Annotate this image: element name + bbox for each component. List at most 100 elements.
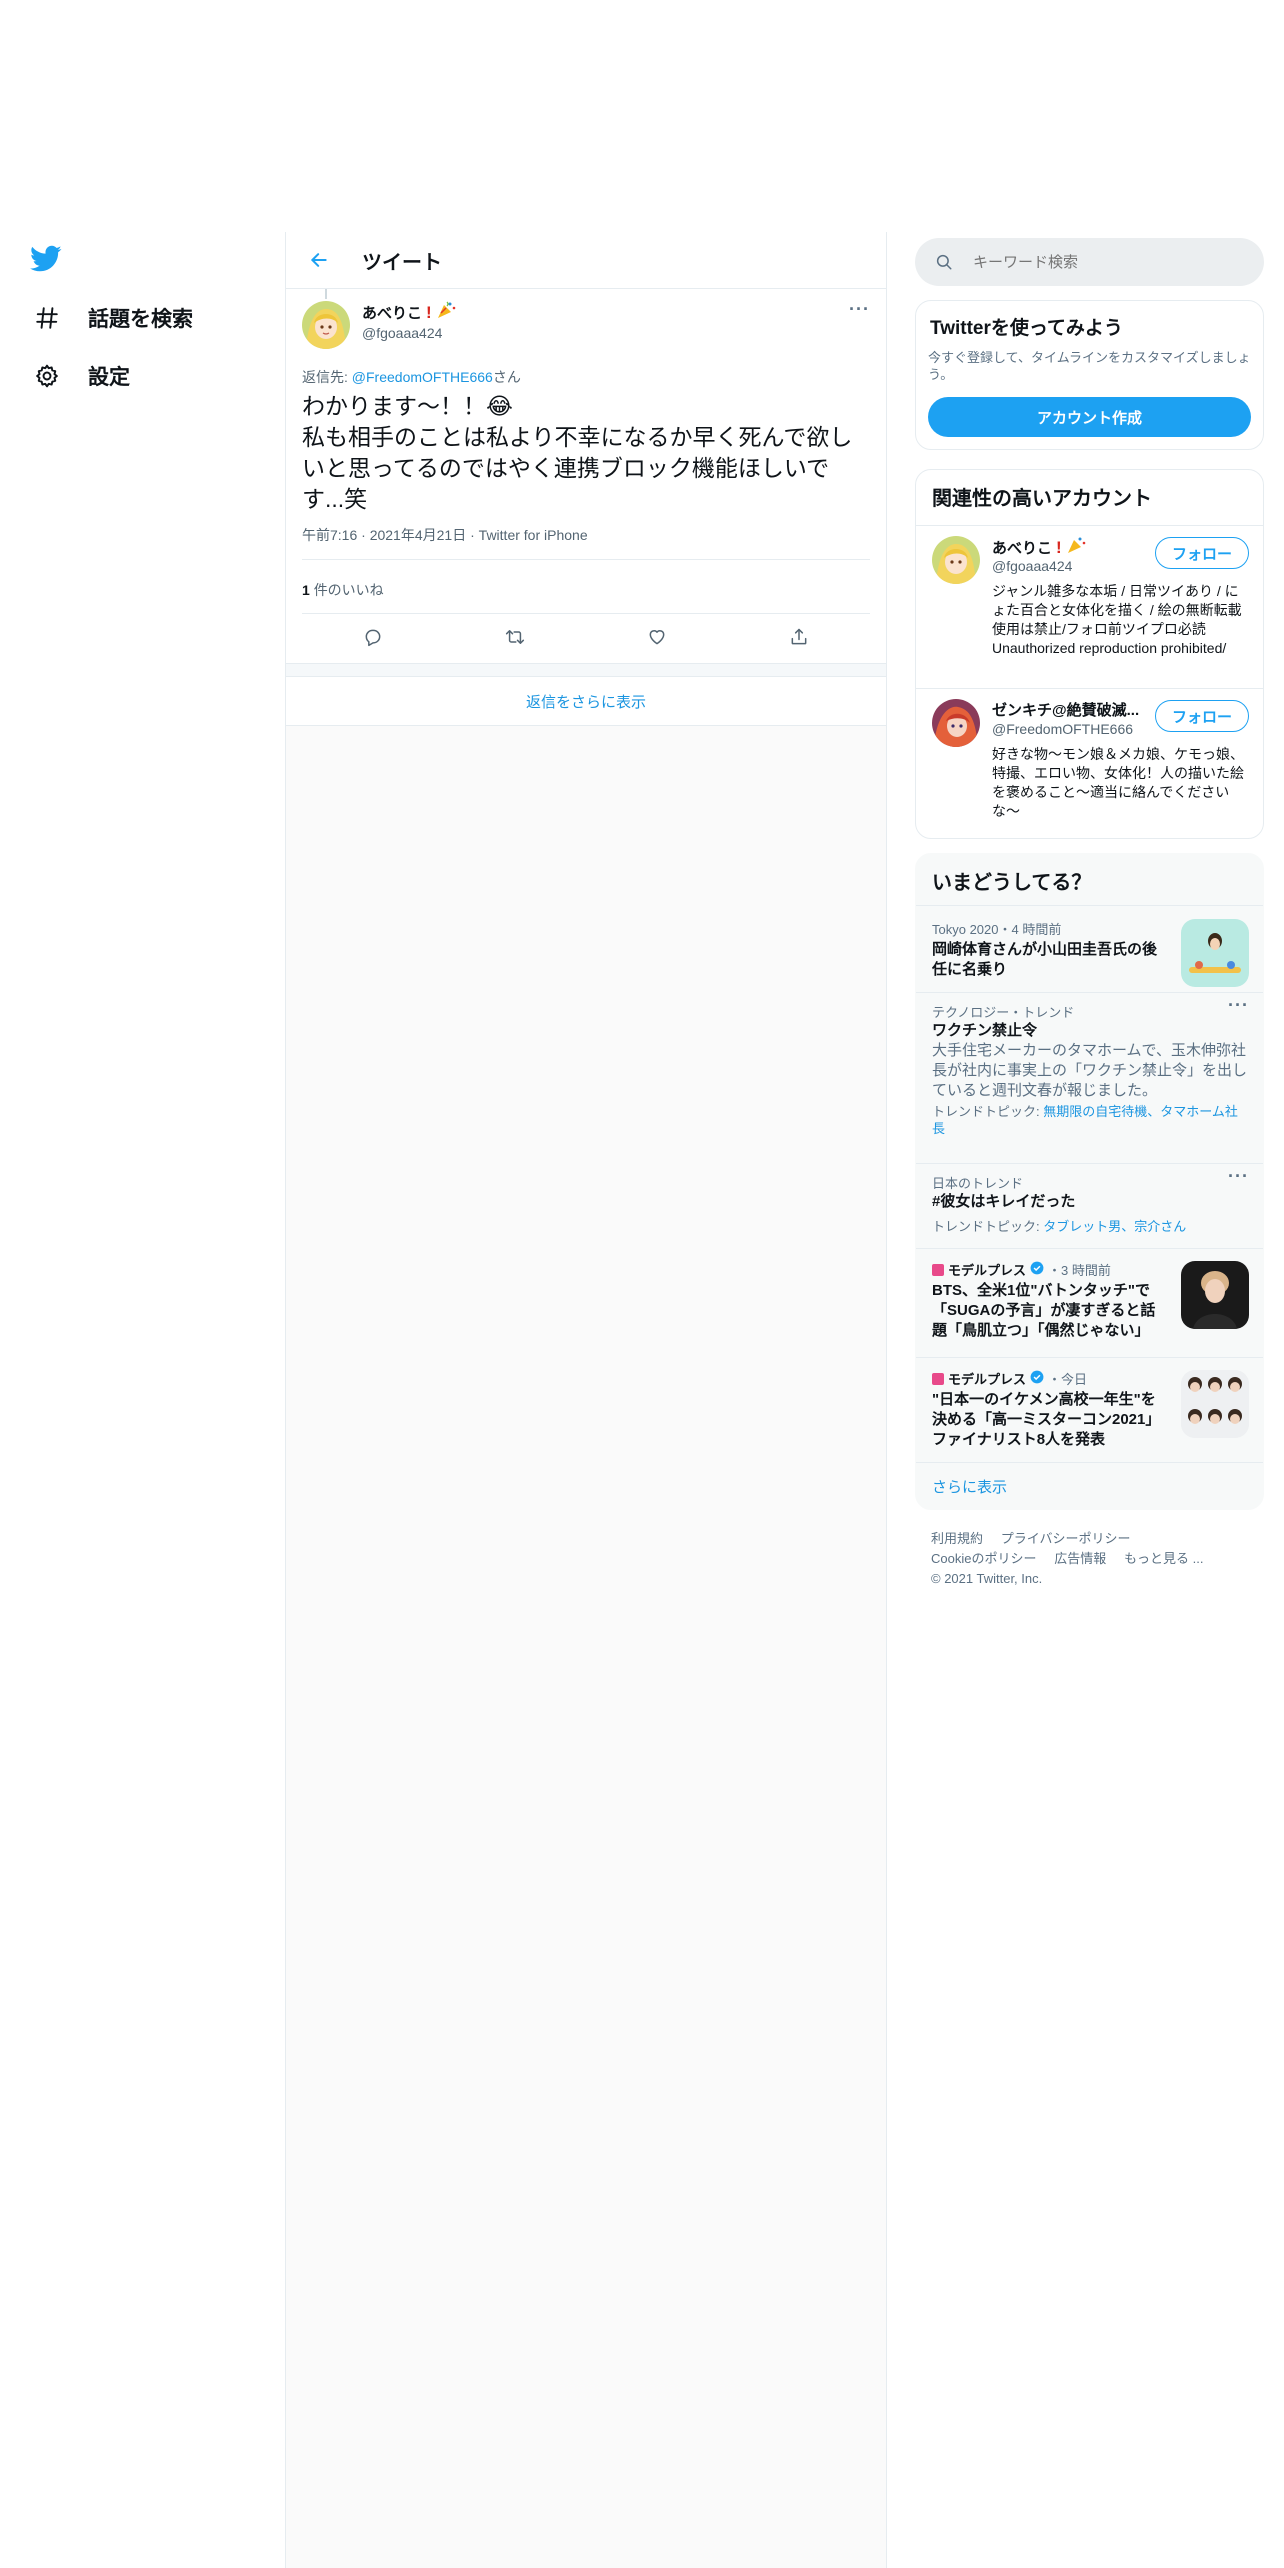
trend-title: #彼女はキレイだった	[932, 1193, 1076, 1210]
tweet-date[interactable]: 2021年4月21日	[370, 527, 467, 543]
news-source: モデルプレス	[948, 1263, 1027, 1278]
nav-explore[interactable]: 話題を検索	[30, 289, 193, 347]
reply-prefix: 返信先:	[302, 369, 348, 385]
exclamation-emoji-icon: !	[426, 302, 432, 322]
account-name: ゼンキチ@絶賛破滅...	[992, 702, 1140, 719]
account-name: あべりこ	[992, 540, 1053, 557]
like-heart-icon[interactable]	[637, 617, 677, 657]
trend-item[interactable]: 日本のトレンド ··· #彼女はキレイだった トレンドトピック: タブレット男、…	[916, 1164, 1263, 1248]
trend-topic-link[interactable]: タブレット男、宗介さん	[1043, 1219, 1186, 1234]
trends-card: いまどうしてる？ Tokyo 2020・4 時間前 岡崎体育さんが小山田圭吾氏の…	[915, 853, 1264, 1510]
trends-title: いまどうしてる？	[932, 872, 1092, 894]
main-column: ツイート あべりこ ! @fgoaaa424 ··· 返信先: @Freedom…	[285, 232, 887, 2568]
news-item[interactable]: モデルプレス ・3 時間前 BTS、全米1位"バトンタッチ"で「SUGAの予言」…	[916, 1249, 1263, 1357]
reply-suffix: さん	[492, 369, 521, 385]
party-popper-icon	[436, 301, 456, 324]
more-options-icon[interactable]: ···	[1228, 995, 1249, 1016]
exclamation-emoji-icon: !	[1056, 537, 1062, 557]
source-logo-icon	[932, 1263, 944, 1276]
divider	[302, 559, 870, 560]
news-source-row: モデルプレス ・3 時間前	[932, 1260, 1111, 1279]
tweet-source[interactable]: Twitter for iPhone	[479, 527, 588, 543]
account-bio: 好きな物～モン娘＆メカ娘、ケモっ娘、特撮、エロい物、女体化！人の描いた絵を褒める…	[992, 746, 1244, 819]
signup-desc: 今すぐ登録して、タイムラインをカスタマイズしましょう。	[928, 350, 1251, 382]
retweet-icon[interactable]	[495, 617, 535, 657]
account-item[interactable]: あべりこ ! @fgoaaa424 フォロー ジャンル雑多な本垢 / 日常ツイあ…	[916, 526, 1263, 686]
trend-title: BTS、全米1位"バトンタッチ"で「SUGAの予言」が凄すぎると話題「鳥肌立つ」…	[932, 1282, 1156, 1339]
tweet: あべりこ ! @fgoaaa424 ··· 返信先: @FreedomOFTHE…	[286, 289, 886, 663]
trend-context: 日本のトレンド	[932, 1176, 1024, 1191]
hash-icon	[30, 301, 64, 335]
likes-stat[interactable]: 1 件のいいね	[302, 580, 384, 600]
tweet-text: わかります〜！！😂 私も相手のことは私より不幸になるか早く死んで欲しいと思ってる…	[302, 391, 862, 515]
verified-badge-icon	[1030, 1370, 1044, 1387]
trend-item[interactable]: テクノロジー・トレンド ··· ワクチン禁止令 大手住宅メーカーのタマホームで、…	[916, 993, 1263, 1143]
trend-topic-label: トレンドトピック:	[932, 1104, 1040, 1119]
tweet-actions	[302, 614, 870, 660]
news-item[interactable]: モデルプレス ・今日 "日本一のイケメン高校一年生"を決める「高一ミスターコン2…	[916, 1358, 1263, 1462]
footer-ads-link[interactable]: 広告情報	[1054, 1551, 1106, 1566]
news-thumbnail	[1181, 1261, 1249, 1329]
related-accounts-card: 関連性の高いアカウント あべりこ ! @fgoaaa424 フォロー ジャンル雑…	[915, 469, 1264, 839]
footer-terms-link[interactable]: 利用規約	[931, 1531, 983, 1546]
twitter-logo[interactable]	[30, 245, 62, 278]
trend-context: テクノロジー・トレンド	[932, 1005, 1075, 1020]
account-item[interactable]: ゼンキチ@絶賛破滅... @FreedomOFTHE666 フォロー 好きな物～…	[916, 689, 1263, 837]
search-box[interactable]	[915, 238, 1264, 286]
share-icon[interactable]	[779, 617, 819, 657]
more-options-icon[interactable]: ···	[849, 299, 870, 320]
show-more-trends-link[interactable]: さらに表示	[932, 1476, 1007, 1497]
avatar[interactable]	[302, 301, 350, 349]
trend-title: 岡崎体育さんが小山田圭吾氏の後任に名乗り	[932, 941, 1158, 978]
tweet-time[interactable]: 午前7:16	[302, 527, 357, 543]
avatar	[932, 536, 980, 584]
nav-explore-label: 話題を検索	[88, 308, 193, 331]
search-input[interactable]	[971, 252, 1245, 272]
likes-count: 1	[302, 582, 310, 598]
trend-item[interactable]: Tokyo 2020・4 時間前 岡崎体育さんが小山田圭吾氏の後任に名乗り	[916, 906, 1263, 992]
reply-to-link[interactable]: @FreedomOFTHE666	[352, 369, 493, 385]
author-name: あべりこ	[362, 305, 423, 322]
likes-label: 件のいいね	[313, 582, 384, 598]
author-handle[interactable]: @fgoaaa424	[362, 325, 442, 341]
show-more-replies-link[interactable]: 返信をさらに表示	[286, 677, 886, 726]
trend-thumbnail	[1181, 919, 1249, 987]
related-title: 関連性の高いアカウント	[932, 488, 1152, 510]
trend-topics: トレンドトピック: 無期限の自宅待機、タマホーム社長	[932, 1103, 1250, 1137]
trend-context: Tokyo 2020・4 時間前	[932, 922, 1062, 937]
source-logo-icon	[932, 1372, 944, 1385]
twitter-bird-icon	[30, 245, 62, 272]
account-handle: @FreedomOFTHE666	[992, 721, 1134, 737]
back-arrow-icon[interactable]	[304, 245, 334, 275]
follow-button[interactable]: フォロー	[1155, 700, 1249, 732]
nav-settings[interactable]: 設定	[30, 347, 130, 405]
trend-title: ワクチン禁止令	[932, 1022, 1038, 1039]
footer-privacy-link[interactable]: プライバシーポリシー	[1001, 1531, 1131, 1546]
footer-copyright: © 2021 Twitter, Inc.	[931, 1571, 1043, 1586]
page-header: ツイート	[286, 232, 886, 289]
thread-line	[325, 289, 327, 299]
reply-icon[interactable]	[353, 617, 393, 657]
nav-settings-label: 設定	[88, 366, 130, 389]
account-handle: @fgoaaa424	[992, 558, 1073, 574]
follow-button[interactable]: フォロー	[1155, 537, 1249, 569]
create-account-button[interactable]: アカウント作成	[928, 397, 1251, 437]
footer-more-link[interactable]: もっと見る ...	[1124, 1551, 1203, 1566]
avatar	[932, 699, 980, 747]
signup-card: Twitterを使ってみよう 今すぐ登録して、タイムラインをカスタマイズしましょ…	[915, 300, 1264, 450]
more-options-icon[interactable]: ···	[1228, 1166, 1249, 1187]
trend-topic-label: トレンドトピック:	[932, 1219, 1040, 1234]
search-icon	[935, 253, 953, 271]
author-row[interactable]: あべりこ !	[362, 301, 456, 324]
gear-icon	[30, 359, 64, 393]
news-time: ・今日	[1048, 1372, 1088, 1387]
verified-badge-icon	[1030, 1261, 1044, 1278]
news-thumbnail	[1181, 1370, 1249, 1438]
page-title: ツイート	[362, 251, 442, 274]
footer-cookie-link[interactable]: Cookieのポリシー	[931, 1551, 1036, 1566]
section-spacer	[286, 663, 886, 677]
news-source: モデルプレス	[948, 1372, 1027, 1387]
signup-title: Twitterを使ってみよう	[930, 318, 1123, 339]
news-time: ・3 時間前	[1048, 1263, 1111, 1278]
tweet-meta: 午前7:16 · 2021年4月21日 · Twitter for iPhone	[302, 527, 588, 543]
